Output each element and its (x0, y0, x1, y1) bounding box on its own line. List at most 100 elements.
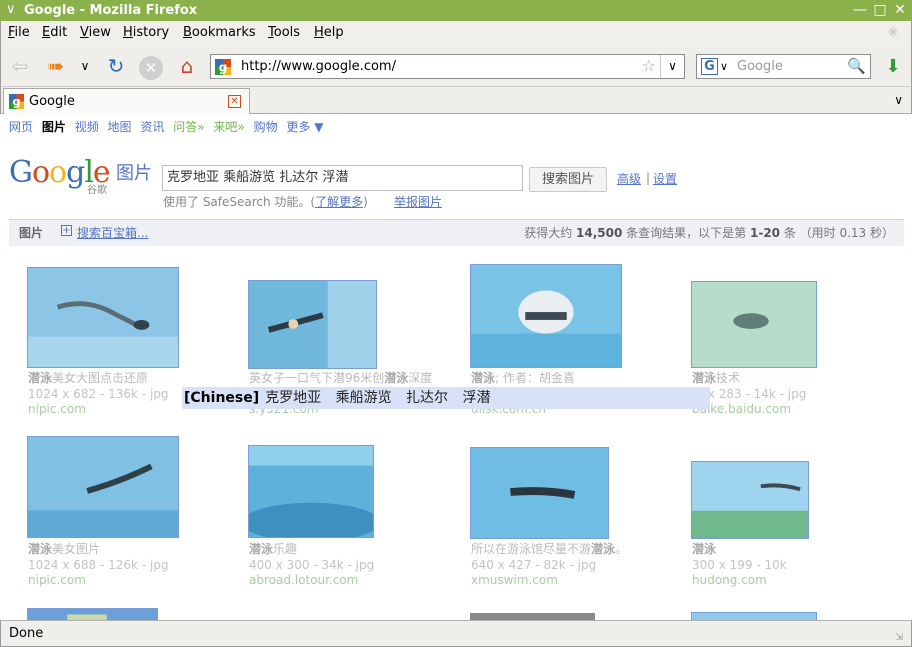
history-dropdown-icon[interactable]: ∨ (77, 53, 93, 79)
tab-google[interactable]: g Google ✕ (3, 88, 250, 114)
nav-laiba[interactable]: 来吧» (213, 120, 244, 134)
tab-list-dropdown-icon[interactable]: ∨ (894, 91, 903, 109)
search-images-button[interactable]: 搜索图片 (529, 167, 607, 192)
menu-help[interactable]: Help (314, 25, 344, 41)
result-title-3[interactable]: 潜泳; 作者：胡金喜 (471, 371, 575, 386)
minimize-icon[interactable]: — (852, 2, 868, 18)
result-title-4[interactable]: 潜泳技术 (692, 371, 740, 386)
back-button[interactable]: ⇦ (7, 53, 33, 79)
window-title: Google - Mozilla Firefox (24, 3, 198, 18)
result-thumbnail-3[interactable] (470, 264, 622, 368)
result-title-2[interactable]: 英女子一口气下潜96米创潜泳深度 (249, 371, 432, 386)
result-thumbnail-5[interactable] (27, 436, 179, 538)
result-site-5[interactable]: nipic.com (28, 573, 86, 588)
home-button[interactable]: ⌂ (174, 53, 200, 79)
url-text[interactable]: http://www.google.com/ (241, 59, 396, 75)
result-thumbnail-11[interactable] (691, 612, 817, 620)
expand-plus-icon[interactable]: + (61, 225, 72, 236)
nav-web[interactable]: 网页 (9, 120, 33, 134)
page-content: 网页 图片 视频 地图 资讯 问答» 来吧» 购物 更多 ▼ Google 谷歌… (1, 114, 911, 620)
safesearch-notice: 使用了 SafeSearch 功能。(了解更多) (163, 195, 368, 209)
status-bar: Done ⇲ (0, 620, 912, 647)
ime-candidates[interactable]: 克罗地亚 乘船游览 扎达尔 浮潜 (265, 390, 490, 406)
result-thumbnail-8[interactable] (691, 461, 809, 539)
nav-answers[interactable]: 问答» (173, 120, 204, 134)
results-stats: 获得大约 14,500 条查询结果，以下是第 1-20 条 （用时 0.13 秒… (524, 226, 894, 240)
maximize-icon[interactable]: □ (872, 2, 888, 18)
stop-icon: ✕ (139, 56, 163, 80)
window-menu-icon[interactable]: ∨ (6, 1, 16, 19)
search-bar[interactable]: G ∨ Google 🔍 (696, 54, 871, 79)
google-favicon-icon: g (215, 59, 231, 75)
result-meta-8: 300 x 199 - 10k (692, 558, 787, 572)
results-header-bar: 图片 + 搜索百宝箱... 获得大约 14,500 条查询结果，以下是第 1-2… (9, 219, 904, 246)
menu-view[interactable]: View (80, 25, 111, 41)
result-site-7[interactable]: xmuswim.com (471, 573, 558, 588)
throbber-icon: ✳ (887, 25, 899, 41)
query-input[interactable]: 克罗地亚 乘船游览 扎达尔 浮潜 (162, 165, 523, 191)
learn-more-link[interactable]: 了解更多 (315, 195, 363, 209)
menu-bar: File Edit View History Bookmarks Tools H… (0, 21, 912, 45)
result-thumbnail-4[interactable] (691, 281, 817, 368)
url-bar[interactable]: g http://www.google.com/ ☆ ∨ (210, 54, 685, 79)
result-title-6[interactable]: 潜泳乐趣 (249, 542, 297, 557)
engine-dropdown-icon[interactable]: ∨ (720, 58, 728, 75)
result-site-1[interactable]: nipic.com (28, 402, 86, 417)
window-titlebar: ∨ Google - Mozilla Firefox — □ ✕ (0, 0, 912, 21)
search-input[interactable]: Google (737, 59, 783, 75)
google-favicon-icon: g (9, 94, 24, 109)
forward-button[interactable]: ➠ (43, 53, 69, 79)
google-nav-bar: 网页 图片 视频 地图 资讯 问答» 来吧» 购物 更多 ▼ (9, 120, 328, 134)
google-logo[interactable]: Google 谷歌 (9, 156, 117, 196)
result-title-7[interactable]: 所以在游泳馆尽量不游潜泳。 (471, 542, 627, 557)
result-thumbnail-9[interactable] (27, 608, 158, 620)
downloads-button[interactable]: ⬇ (880, 54, 906, 80)
result-thumbnail-10[interactable] (470, 613, 595, 620)
result-thumbnail-1[interactable] (27, 267, 179, 368)
result-site-8[interactable]: hudong.com (692, 573, 767, 588)
nav-video[interactable]: 视频 (75, 120, 99, 134)
stop-button[interactable]: ✕ (138, 53, 164, 80)
result-title-5[interactable]: 潜泳美女图片 (28, 542, 100, 557)
result-meta-5: 1024 x 688 - 126k - jpg (28, 558, 169, 572)
logo-subtitle: 谷歌 (87, 185, 107, 196)
ime-language-tag: [Chinese] (184, 390, 260, 406)
logo-section-label: 图片 (116, 163, 152, 184)
result-title-1[interactable]: 潜泳美女大图点击还原 (28, 371, 148, 386)
search-tools-link[interactable]: 搜索百宝箱... (77, 226, 148, 240)
result-site-6[interactable]: abroad.lotour.com (249, 573, 358, 588)
report-images-link[interactable]: 举报图片 (394, 195, 442, 209)
bookmark-star-icon[interactable]: ☆ (642, 57, 656, 75)
results-label: 图片 (19, 226, 44, 240)
result-meta-1: 1024 x 682 - 136k - jpg (28, 387, 169, 401)
menu-tools[interactable]: Tools (268, 25, 300, 41)
result-title-8[interactable]: 潜泳 (692, 542, 716, 557)
result-meta-6: 400 x 300 - 34k - jpg (249, 558, 375, 572)
search-icon[interactable]: 🔍 (847, 57, 866, 75)
tab-label: Google (29, 94, 75, 109)
tab-strip: g Google ✕ ∨ (0, 87, 912, 114)
ime-candidate-bar[interactable]: [Chinese] 克罗地亚 乘船游览 扎达尔 浮潜 (182, 387, 710, 409)
resize-grip-icon[interactable]: ⇲ (895, 632, 907, 644)
google-engine-icon[interactable]: G (701, 58, 718, 75)
result-thumbnail-7[interactable] (470, 447, 609, 539)
nav-more[interactable]: 更多 ▼ (286, 120, 323, 134)
menu-bookmarks[interactable]: Bookmarks (183, 25, 256, 41)
link-divider: | (646, 171, 651, 185)
settings-link[interactable]: 设置 (653, 172, 677, 186)
reload-button[interactable]: ↻ (103, 53, 129, 79)
result-thumbnail-2[interactable] (248, 280, 377, 369)
menu-file[interactable]: File (8, 25, 30, 41)
result-thumbnail-6[interactable] (248, 445, 374, 538)
advanced-link[interactable]: 高级 (617, 172, 641, 186)
nav-maps[interactable]: 地图 (108, 120, 132, 134)
tab-close-icon[interactable]: ✕ (228, 95, 241, 108)
menu-edit[interactable]: Edit (42, 25, 67, 41)
menu-history[interactable]: History (123, 25, 169, 41)
nav-news[interactable]: 资讯 (140, 120, 164, 134)
nav-shopping[interactable]: 购物 (254, 120, 278, 134)
result-meta-7: 640 x 427 - 82k - jpg (471, 558, 597, 572)
close-icon[interactable]: ✕ (892, 2, 908, 18)
svg-text:g: g (12, 96, 20, 109)
url-dropdown-icon[interactable]: ∨ (660, 55, 684, 78)
